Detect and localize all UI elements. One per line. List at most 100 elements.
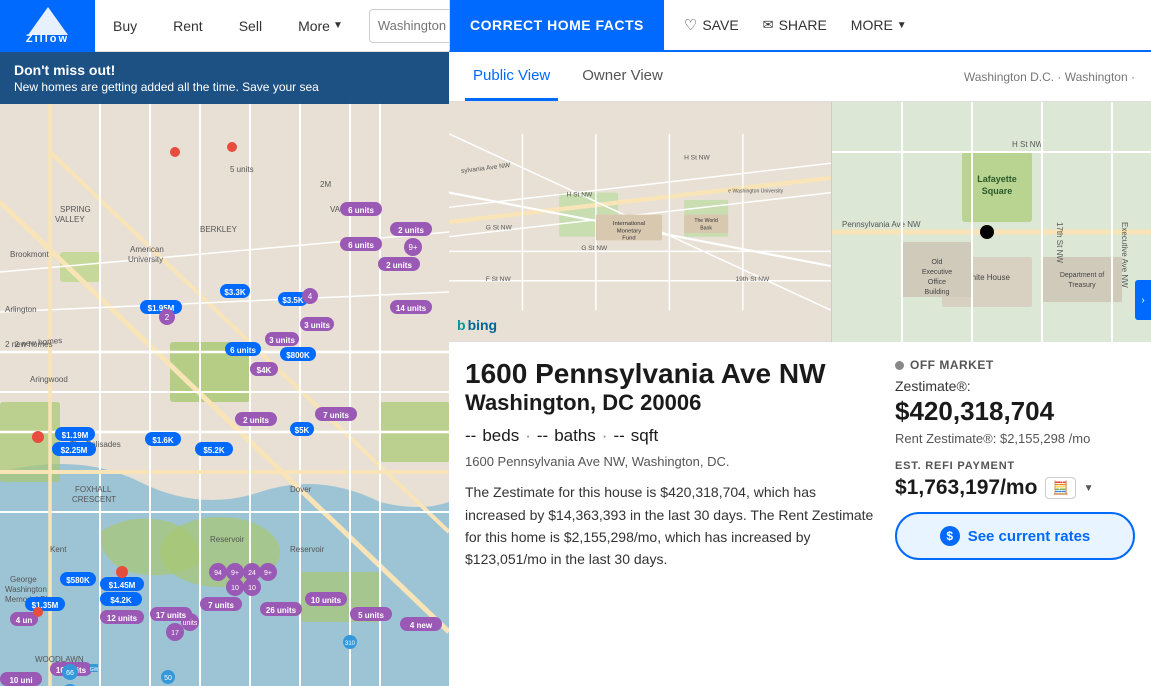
bing-text: bing [468,317,498,333]
svg-text:Dover: Dover [290,485,312,494]
svg-text:7 units: 7 units [323,411,349,420]
svg-text:$5.2K: $5.2K [203,446,225,455]
nav-sell[interactable]: Sell [221,0,280,51]
svg-text:Kent: Kent [50,545,67,554]
svg-text:310: 310 [345,641,356,647]
svg-text:Building: Building [925,289,950,296]
mortgage-calculator-button[interactable]: 🧮 [1045,477,1075,499]
expand-panel-button[interactable]: › [1135,280,1151,320]
svg-text:$2.25M: $2.25M [61,446,88,455]
share-icon: ✉ [763,17,774,33]
full-address: 1600 Pennsylvania Ave NW, Washington, DC… [465,454,879,469]
svg-text:The World: The World [694,218,718,224]
svg-text:2 units: 2 units [243,416,269,425]
baths-separator: · [602,426,608,446]
sqft-value: -- [613,426,624,446]
svg-text:$1.45M: $1.45M [109,581,136,590]
svg-text:CRESCENT: CRESCENT [72,495,116,504]
nav-rent[interactable]: Rent [155,0,221,51]
svg-text:G St NW: G St NW [581,245,608,252]
svg-text:4 un: 4 un [16,616,33,625]
zestimate-label: Zestimate®: [895,378,1135,394]
zillow-logo[interactable]: Zillow [0,0,95,52]
svg-text:$5K: $5K [295,426,310,435]
beds-separator: · [525,426,531,446]
svg-text:5 units: 5 units [230,165,254,174]
more-options-button[interactable]: MORE ▼ [839,0,919,51]
heart-icon: ♡ [684,16,697,34]
share-button[interactable]: ✉ SHARE [751,0,839,51]
rent-zestimate: Rent Zestimate®: $2,155,298 /mo [895,431,1135,446]
correct-home-facts-bar: CORRECT HOME FACTS ♡ SAVE ✉ SHARE MORE ▼ [449,0,1151,52]
svg-text:$1.19M: $1.19M [62,431,89,440]
tab-owner-view[interactable]: Owner View [574,52,671,101]
save-button[interactable]: ♡ SAVE [672,0,751,51]
see-current-rates-button[interactable]: $ See current rates [895,512,1135,560]
correct-home-facts-button[interactable]: CORRECT HOME FACTS [450,0,664,51]
svg-text:F St NW: F St NW [486,276,512,283]
svg-text:17 units: 17 units [156,611,187,620]
property-info-section: 1600 Pennsylvania Ave NW Washington, DC … [449,342,1151,587]
svg-text:Old: Old [932,259,943,266]
tabs-area: Public View Owner View Washington D.C. ·… [449,52,1151,102]
svg-text:6 units: 6 units [348,206,374,215]
tab-public-view[interactable]: Public View [465,52,558,101]
property-specs: -- beds · -- baths · -- sqft [465,426,879,446]
pricing-sidebar: OFF MARKET Zestimate®: $420,318,704 Rent… [895,358,1135,571]
status-dot-icon [895,361,904,370]
svg-text:9+: 9+ [264,570,272,577]
svg-text:3 units: 3 units [269,336,295,345]
nav-buy[interactable]: Buy [95,0,155,51]
svg-text:e Washington University: e Washington University [728,189,784,195]
map-panel[interactable]: Don't miss out! New homes are getting ad… [0,52,449,686]
banner-title: Don't miss out! [14,62,435,78]
property-description: The Zestimate for this house is $420,318… [465,481,879,571]
svg-text:Square: Square [982,186,1013,196]
svg-text:50: 50 [164,675,172,682]
svg-text:Aringwood: Aringwood [30,375,68,384]
svg-text:26 units: 26 units [266,606,297,615]
svg-text:10 units: 10 units [311,596,342,605]
banner-subtitle: New homes are getting added all the time… [14,80,435,94]
nav-links: Buy Rent Sell More ▼ [95,0,361,51]
beds-label: beds [482,426,519,446]
svg-text:12 units: 12 units [107,614,138,623]
svg-text:SPRING: SPRING [60,205,91,214]
svg-text:10: 10 [231,585,239,592]
tabs-left: Public View Owner View [465,52,671,101]
svg-text:Pennsylvania Ave NW: Pennsylvania Ave NW [842,220,921,229]
svg-text:G St NW: G St NW [486,224,513,231]
svg-text:Bank: Bank [700,225,712,231]
svg-text:9+: 9+ [408,243,417,252]
svg-text:Office: Office [928,279,946,286]
svg-text:$1.6K: $1.6K [152,436,174,445]
svg-text:$580K: $580K [66,576,90,585]
property-city-state: Washington, DC 20006 [465,390,879,416]
svg-text:Executive Ave NW: Executive Ave NW [1120,222,1129,288]
property-details-main: 1600 Pennsylvania Ave NW Washington, DC … [465,358,879,571]
svg-text:Washington: Washington [5,585,47,594]
svg-text:$4.2K: $4.2K [110,596,132,605]
chevron-down-icon: ▼ [897,20,907,31]
overview-map-svg: Lafayette Square White House Old Executi… [832,102,1151,342]
svg-text:5 units: 5 units [358,611,384,620]
bing-b-icon: b [457,317,466,333]
svg-text:66: 66 [66,670,74,677]
expand-arrow-icon: › [1141,295,1144,306]
nav-more[interactable]: More ▼ [280,0,361,51]
svg-text:14 units: 14 units [396,304,427,313]
svg-text:9+: 9+ [231,570,239,577]
refi-value: $1,763,197/mo [895,476,1037,500]
svg-text:3 units: 3 units [304,321,330,330]
refi-payment-row: $1,763,197/mo 🧮 ▼ [895,476,1135,500]
street-map[interactable]: sylvania Ave NW H St NW H St NW G St NW … [449,102,831,341]
overview-map[interactable]: Lafayette Square White House Old Executi… [831,102,1151,342]
svg-text:Reservoir: Reservoir [210,535,245,544]
svg-text:George: George [10,575,37,584]
svg-text:$800K: $800K [286,351,310,360]
dont-miss-banner: Don't miss out! New homes are getting ad… [0,52,449,104]
svg-text:$3.3K: $3.3K [224,288,246,297]
zestimate-value: $420,318,704 [895,396,1135,427]
svg-text:GW: GW [90,667,99,673]
svg-text:American: American [130,245,164,254]
